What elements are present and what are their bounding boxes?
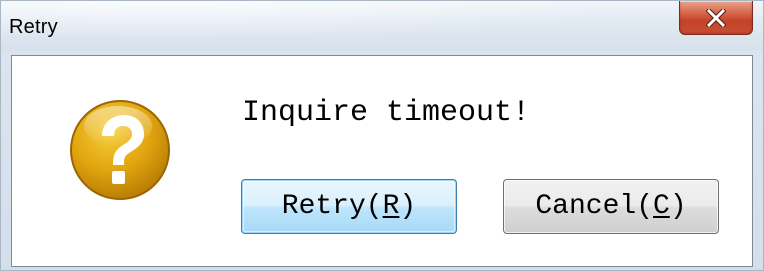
cancel-paren-close: ): [669, 191, 687, 222]
question-icon: [70, 100, 170, 200]
cancel-mnemonic: C: [653, 191, 670, 222]
close-icon: [706, 8, 726, 27]
message-text: Inquire timeout!: [242, 96, 531, 130]
retry-paren-open: (: [365, 191, 383, 222]
window-title: Retry: [9, 16, 58, 38]
cancel-label: Cancel: [535, 191, 637, 222]
cancel-paren-open: (: [636, 191, 653, 222]
dialog-content: Inquire timeout! Retry(R) Cancel(C): [11, 55, 753, 267]
close-button[interactable]: [679, 1, 753, 35]
retry-button[interactable]: Retry(R): [241, 179, 457, 234]
retry-mnemonic: R: [382, 191, 400, 222]
cancel-button[interactable]: Cancel(C): [503, 179, 719, 234]
retry-dialog: Retry Inquire timeout! Retry (R) Cance…: [0, 0, 764, 271]
retry-paren-close: ): [399, 191, 417, 222]
title-bar[interactable]: Retry: [1, 1, 763, 51]
retry-label: Retry: [281, 191, 366, 222]
